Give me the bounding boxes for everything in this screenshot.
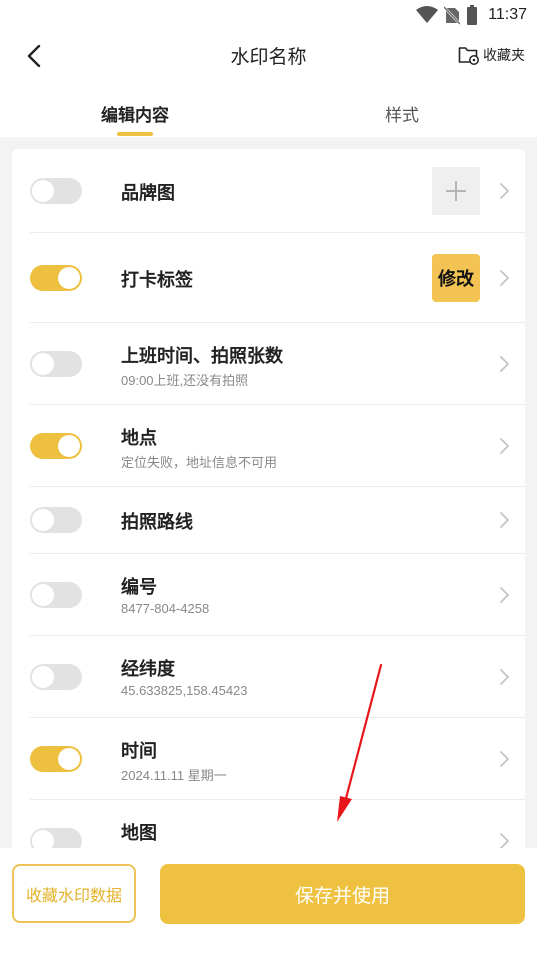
toggle-knob (58, 435, 80, 457)
item-title: 上班时间、拍照张数 (121, 346, 283, 367)
toggle-knob (32, 509, 54, 531)
item-title: 地点 (121, 428, 157, 449)
chevron-right-icon (500, 587, 509, 603)
list-item-brand-image[interactable]: 品牌图 (12, 149, 525, 233)
toggle-photo-route[interactable] (30, 507, 82, 533)
toggle-map[interactable] (30, 828, 82, 848)
list-item-location[interactable]: 地点 定位失败，地址信息不可用 (12, 405, 525, 487)
item-subtitle: 09:00上班,还没有拍照 (121, 373, 249, 388)
tab-edit-content-label: 编辑内容 (101, 106, 169, 126)
item-title: 拍照路线 (121, 512, 193, 533)
toggle-knob (32, 180, 54, 202)
save-and-use-button[interactable]: 保存并使用 (160, 864, 525, 924)
tab-style-label: 样式 (385, 106, 419, 126)
chevron-right-icon (500, 751, 509, 767)
toggle-location[interactable] (30, 433, 82, 459)
watermark-items-card: 品牌图 打卡标签 修改 上班时间、拍照张数 09:00上班,还没有拍照 地点 定… (12, 149, 525, 848)
toggle-number[interactable] (30, 582, 82, 608)
toggle-knob (58, 267, 80, 289)
item-title: 编号 (121, 577, 157, 598)
plus-icon (446, 181, 466, 201)
chevron-right-icon (500, 833, 509, 848)
chevron-right-icon (500, 438, 509, 454)
no-sim-icon (444, 6, 461, 25)
add-brand-image-button[interactable] (432, 167, 480, 215)
list-item-map[interactable]: 地图 (12, 800, 525, 848)
list-item-work-time[interactable]: 上班时间、拍照张数 09:00上班,还没有拍照 (12, 323, 525, 405)
item-subtitle: 2024.11.11 星期一 (121, 768, 227, 783)
item-title: 品牌图 (121, 183, 175, 204)
status-icons: 11:37 (416, 5, 527, 25)
list-item-time[interactable]: 时间 2024.11.11 星期一 (12, 718, 525, 800)
chevron-right-icon (500, 356, 509, 372)
chevron-right-icon (500, 669, 509, 685)
toggle-knob (32, 584, 54, 606)
status-bar: 11:37 (0, 0, 537, 30)
item-title: 经纬度 (121, 659, 175, 680)
list-item-coordinates[interactable]: 经纬度 45.633825,158.45423 (12, 636, 525, 718)
save-watermark-data-button[interactable]: 收藏水印数据 (12, 864, 136, 923)
favorites-label: 收藏夹 (483, 48, 525, 64)
folder-settings-icon (458, 47, 479, 65)
list-item-number[interactable]: 编号 8477-804-4258 (12, 554, 525, 636)
item-title: 打卡标签 (121, 270, 193, 291)
toggle-brand-image[interactable] (30, 178, 82, 204)
toggle-time[interactable] (30, 746, 82, 772)
toggle-coordinates[interactable] (30, 664, 82, 690)
toggle-knob (58, 748, 80, 770)
wifi-icon (416, 6, 439, 23)
back-button[interactable] (20, 42, 48, 70)
item-title: 时间 (121, 741, 157, 762)
favorites-button[interactable]: 收藏夹 (458, 44, 525, 66)
toggle-knob (32, 830, 54, 848)
bottom-action-bar: 收藏水印数据 保存并使用 (0, 848, 537, 956)
edit-tag-button[interactable]: 修改 (432, 254, 480, 302)
toggle-work-time[interactable] (30, 351, 82, 377)
chevron-left-icon (27, 45, 41, 67)
list-item-photo-route[interactable]: 拍照路线 (12, 487, 525, 554)
watermark-items-area[interactable]: 品牌图 打卡标签 修改 上班时间、拍照张数 09:00上班,还没有拍照 地点 定… (0, 137, 537, 848)
item-subtitle: 定位失败，地址信息不可用 (121, 455, 278, 470)
battery-icon (467, 5, 478, 25)
active-tab-indicator (117, 132, 153, 136)
tab-bar: 编辑内容 样式 (0, 88, 537, 136)
chevron-right-icon (500, 183, 509, 199)
nav-bar: 水印名称 收藏夹 (0, 30, 537, 82)
list-item-checkin-tag[interactable]: 打卡标签 修改 (12, 233, 525, 323)
item-subtitle: 45.633825,158.45423 (121, 683, 248, 698)
tab-style[interactable]: 样式 (337, 88, 467, 136)
status-time: 11:37 (488, 6, 527, 23)
item-title: 地图 (121, 823, 157, 844)
item-subtitle: 8477-804-4258 (121, 601, 210, 616)
page-title: 水印名称 (230, 46, 307, 68)
tab-edit-content[interactable]: 编辑内容 (70, 88, 200, 136)
chevron-right-icon (500, 512, 509, 528)
chevron-right-icon (500, 270, 509, 286)
toggle-checkin-tag[interactable] (30, 265, 82, 291)
toggle-knob (32, 666, 54, 688)
toggle-knob (32, 353, 54, 375)
